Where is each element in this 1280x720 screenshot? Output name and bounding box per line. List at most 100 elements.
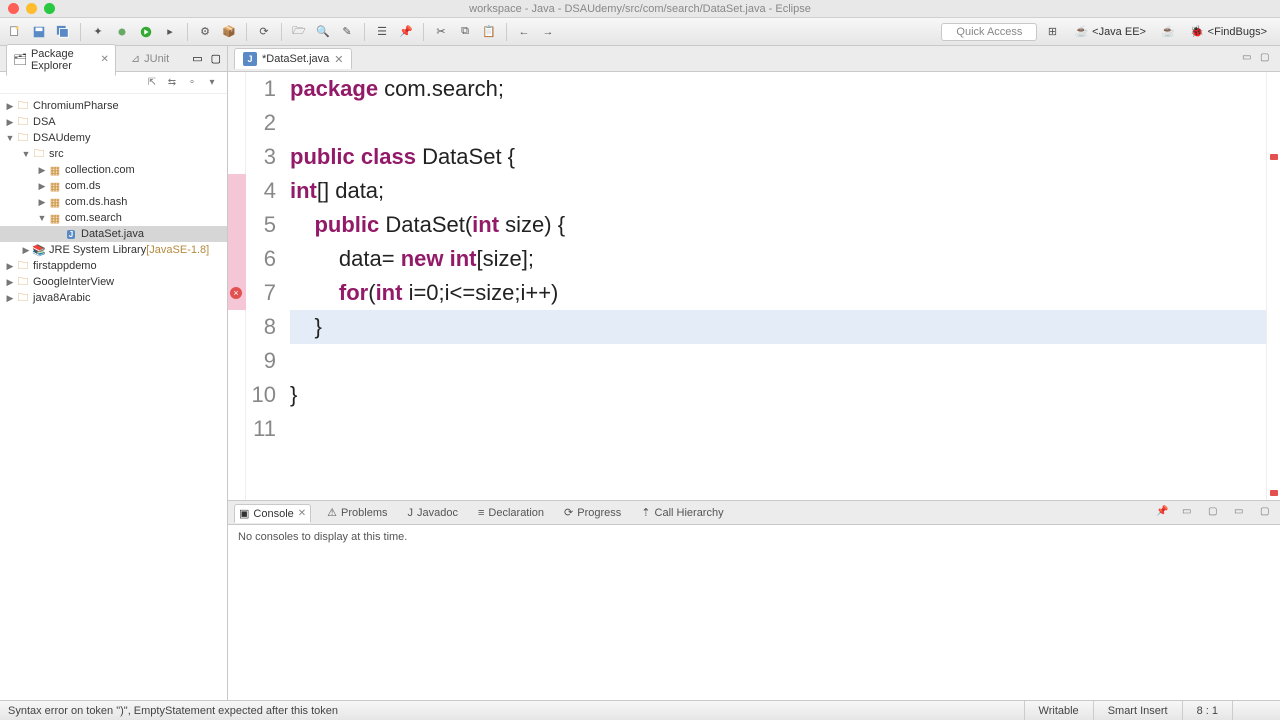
maximize-window-button[interactable] [44,3,55,14]
chevron-right-icon[interactable]: ▶ [36,181,48,192]
main-toolbar: ✦ ▸ ⚙ 📦 ⟳ 🗁 🔍 ✎ ☰ 📌 ✂ ⧉ 📋 ← → Quick Acce… [0,18,1280,46]
chevron-down-icon[interactable]: ▼ [36,213,48,223]
chevron-down-icon[interactable]: ▼ [4,133,16,143]
search-icon[interactable]: 🔍 [314,23,332,41]
tree-item-label: collection.com [65,164,135,176]
chevron-right-icon[interactable]: ▶ [36,197,48,208]
tab-junit[interactable]: ⊿ JUnit [124,48,176,69]
editor-minimize-icon[interactable]: ▭ [1242,52,1256,66]
java-perspective-icon[interactable]: ☕ [1159,23,1177,41]
pin-icon[interactable]: 📌 [1156,506,1170,520]
tree-item-collection-com[interactable]: ▶▦collection.com [0,162,227,178]
tree-item-jre-system-library[interactable]: ▶📚JRE System Library [JavaSE-1.8] [0,242,227,258]
display-icon[interactable]: ▭ [1182,506,1196,520]
new-package-icon[interactable]: 📦 [220,23,238,41]
minimize-window-button[interactable] [26,3,37,14]
wand-icon[interactable]: ✦ [89,23,107,41]
code-line[interactable]: int[] data; [290,174,1266,208]
maximize-view-icon[interactable]: ▢ [211,52,221,65]
open-type-icon[interactable]: 🗁 [290,23,308,41]
error-marker-icon[interactable]: × [230,287,242,299]
save-all-icon[interactable] [54,23,72,41]
bottom-tab-javadoc[interactable]: JJavadoc [404,505,462,521]
bottom-tab-console[interactable]: ▣Console✕ [234,504,311,523]
bottom-tab-problems[interactable]: ⚠Problems [323,504,391,521]
code-line[interactable] [290,106,1266,140]
tree-item-src[interactable]: ▼🗀src [0,146,227,162]
back-icon[interactable]: ← [515,23,533,41]
code-line[interactable] [290,412,1266,446]
tree-item-com-ds-hash[interactable]: ▶▦com.ds.hash [0,194,227,210]
minimize-view-icon[interactable]: ▭ [192,52,202,65]
java-icon: J [64,227,78,241]
bottom-tab-call-hierarchy[interactable]: ⇡Call Hierarchy [637,504,727,521]
focus-icon[interactable]: ∘ [185,76,199,90]
perspective-findbugs[interactable]: 🐞 <FindBugs> [1183,22,1274,41]
save-icon[interactable] [30,23,48,41]
minimize-icon[interactable]: ▭ [1234,506,1248,520]
link-editor-icon[interactable]: ⇆ [165,76,179,90]
code-line[interactable] [290,344,1266,378]
code-editor[interactable]: × 1234567891011 package com.search;publi… [228,72,1280,500]
call hierarchy-icon: ⇡ [641,506,650,519]
code-line[interactable]: for(int i=0;i<=size;i++) [290,276,1266,310]
forward-icon[interactable]: → [539,23,557,41]
refresh-icon[interactable]: ⟳ [255,23,273,41]
new-console-icon[interactable]: ▢ [1208,506,1222,520]
code-line[interactable]: public DataSet(int size) { [290,208,1266,242]
code-line[interactable]: public class DataSet { [290,140,1266,174]
maximize-icon[interactable]: ▢ [1260,506,1274,520]
tree-item-chromiumpharse[interactable]: ▶🗀ChromiumPharse [0,98,227,114]
project-icon: 🗀 [16,99,30,113]
package-tree[interactable]: ▶🗀ChromiumPharse▶🗀DSA▼🗀DSAUdemy▼🗀src▶▦co… [0,94,227,700]
bottom-tab-progress[interactable]: ⟳Progress [560,504,625,521]
new-server-icon[interactable]: ⚙ [196,23,214,41]
bottom-tab-declaration[interactable]: ≡Declaration [474,505,548,521]
collapse-all-icon[interactable]: ⇱ [145,76,159,90]
quick-access-input[interactable]: Quick Access [941,23,1037,41]
tree-item-firstappdemo[interactable]: ▶🗀firstappdemo [0,258,227,274]
close-editor-tab-icon[interactable]: ✕ [334,53,343,66]
tree-item-java8arabic[interactable]: ▶🗀java8Arabic [0,290,227,306]
code-line[interactable]: package com.search; [290,72,1266,106]
perspective-javaee[interactable]: ☕ <Java EE> [1067,22,1153,41]
code-line[interactable]: data= new int[size]; [290,242,1266,276]
chevron-right-icon[interactable]: ▶ [4,101,16,112]
new-icon[interactable] [6,23,24,41]
editor-maximize-icon[interactable]: ▢ [1260,52,1274,66]
tree-item-dsa[interactable]: ▶🗀DSA [0,114,227,130]
cut-icon[interactable]: ✂ [432,23,450,41]
tree-item-com-search[interactable]: ▼▦com.search [0,210,227,226]
overview-error-mark[interactable] [1270,154,1278,160]
status-bar: Syntax error on token ")", EmptyStatemen… [0,700,1280,720]
chevron-right-icon[interactable]: ▶ [4,117,16,128]
editor-tab-dataset[interactable]: J *DataSet.java ✕ [234,48,352,69]
chevron-right-icon[interactable]: ▶ [4,261,16,272]
overview-error-summary[interactable] [1270,490,1278,496]
chevron-right-icon[interactable]: ▶ [20,245,32,256]
view-menu-icon[interactable]: ▾ [205,76,219,90]
tree-item-com-ds[interactable]: ▶▦com.ds [0,178,227,194]
chevron-right-icon[interactable]: ▶ [36,165,48,176]
chevron-right-icon[interactable]: ▶ [4,277,16,288]
run-icon[interactable] [137,23,155,41]
debug-icon[interactable] [113,23,131,41]
tab-package-explorer[interactable]: 🗂 Package Explorer ✕ [6,44,116,76]
copy-icon[interactable]: ⧉ [456,23,474,41]
task-icon[interactable]: ✎ [338,23,356,41]
code-line[interactable]: } [290,310,1266,344]
run-last-icon[interactable]: ▸ [161,23,179,41]
open-perspective-icon[interactable]: ⊞ [1043,23,1061,41]
tree-item-dataset-java[interactable]: JDataSet.java [0,226,227,242]
tree-item-label: GoogleInterView [33,276,114,288]
close-window-button[interactable] [8,3,19,14]
pin-icon[interactable]: 📌 [397,23,415,41]
code-line[interactable]: } [290,378,1266,412]
close-tab-icon[interactable]: ✕ [298,508,306,519]
chevron-right-icon[interactable]: ▶ [4,293,16,304]
tree-item-googleinterview[interactable]: ▶🗀GoogleInterView [0,274,227,290]
close-tab-icon[interactable]: ✕ [101,54,109,65]
chevron-down-icon[interactable]: ▼ [20,149,32,159]
paste-icon[interactable]: 📋 [480,23,498,41]
toggle-breadcrumb-icon[interactable]: ☰ [373,23,391,41]
